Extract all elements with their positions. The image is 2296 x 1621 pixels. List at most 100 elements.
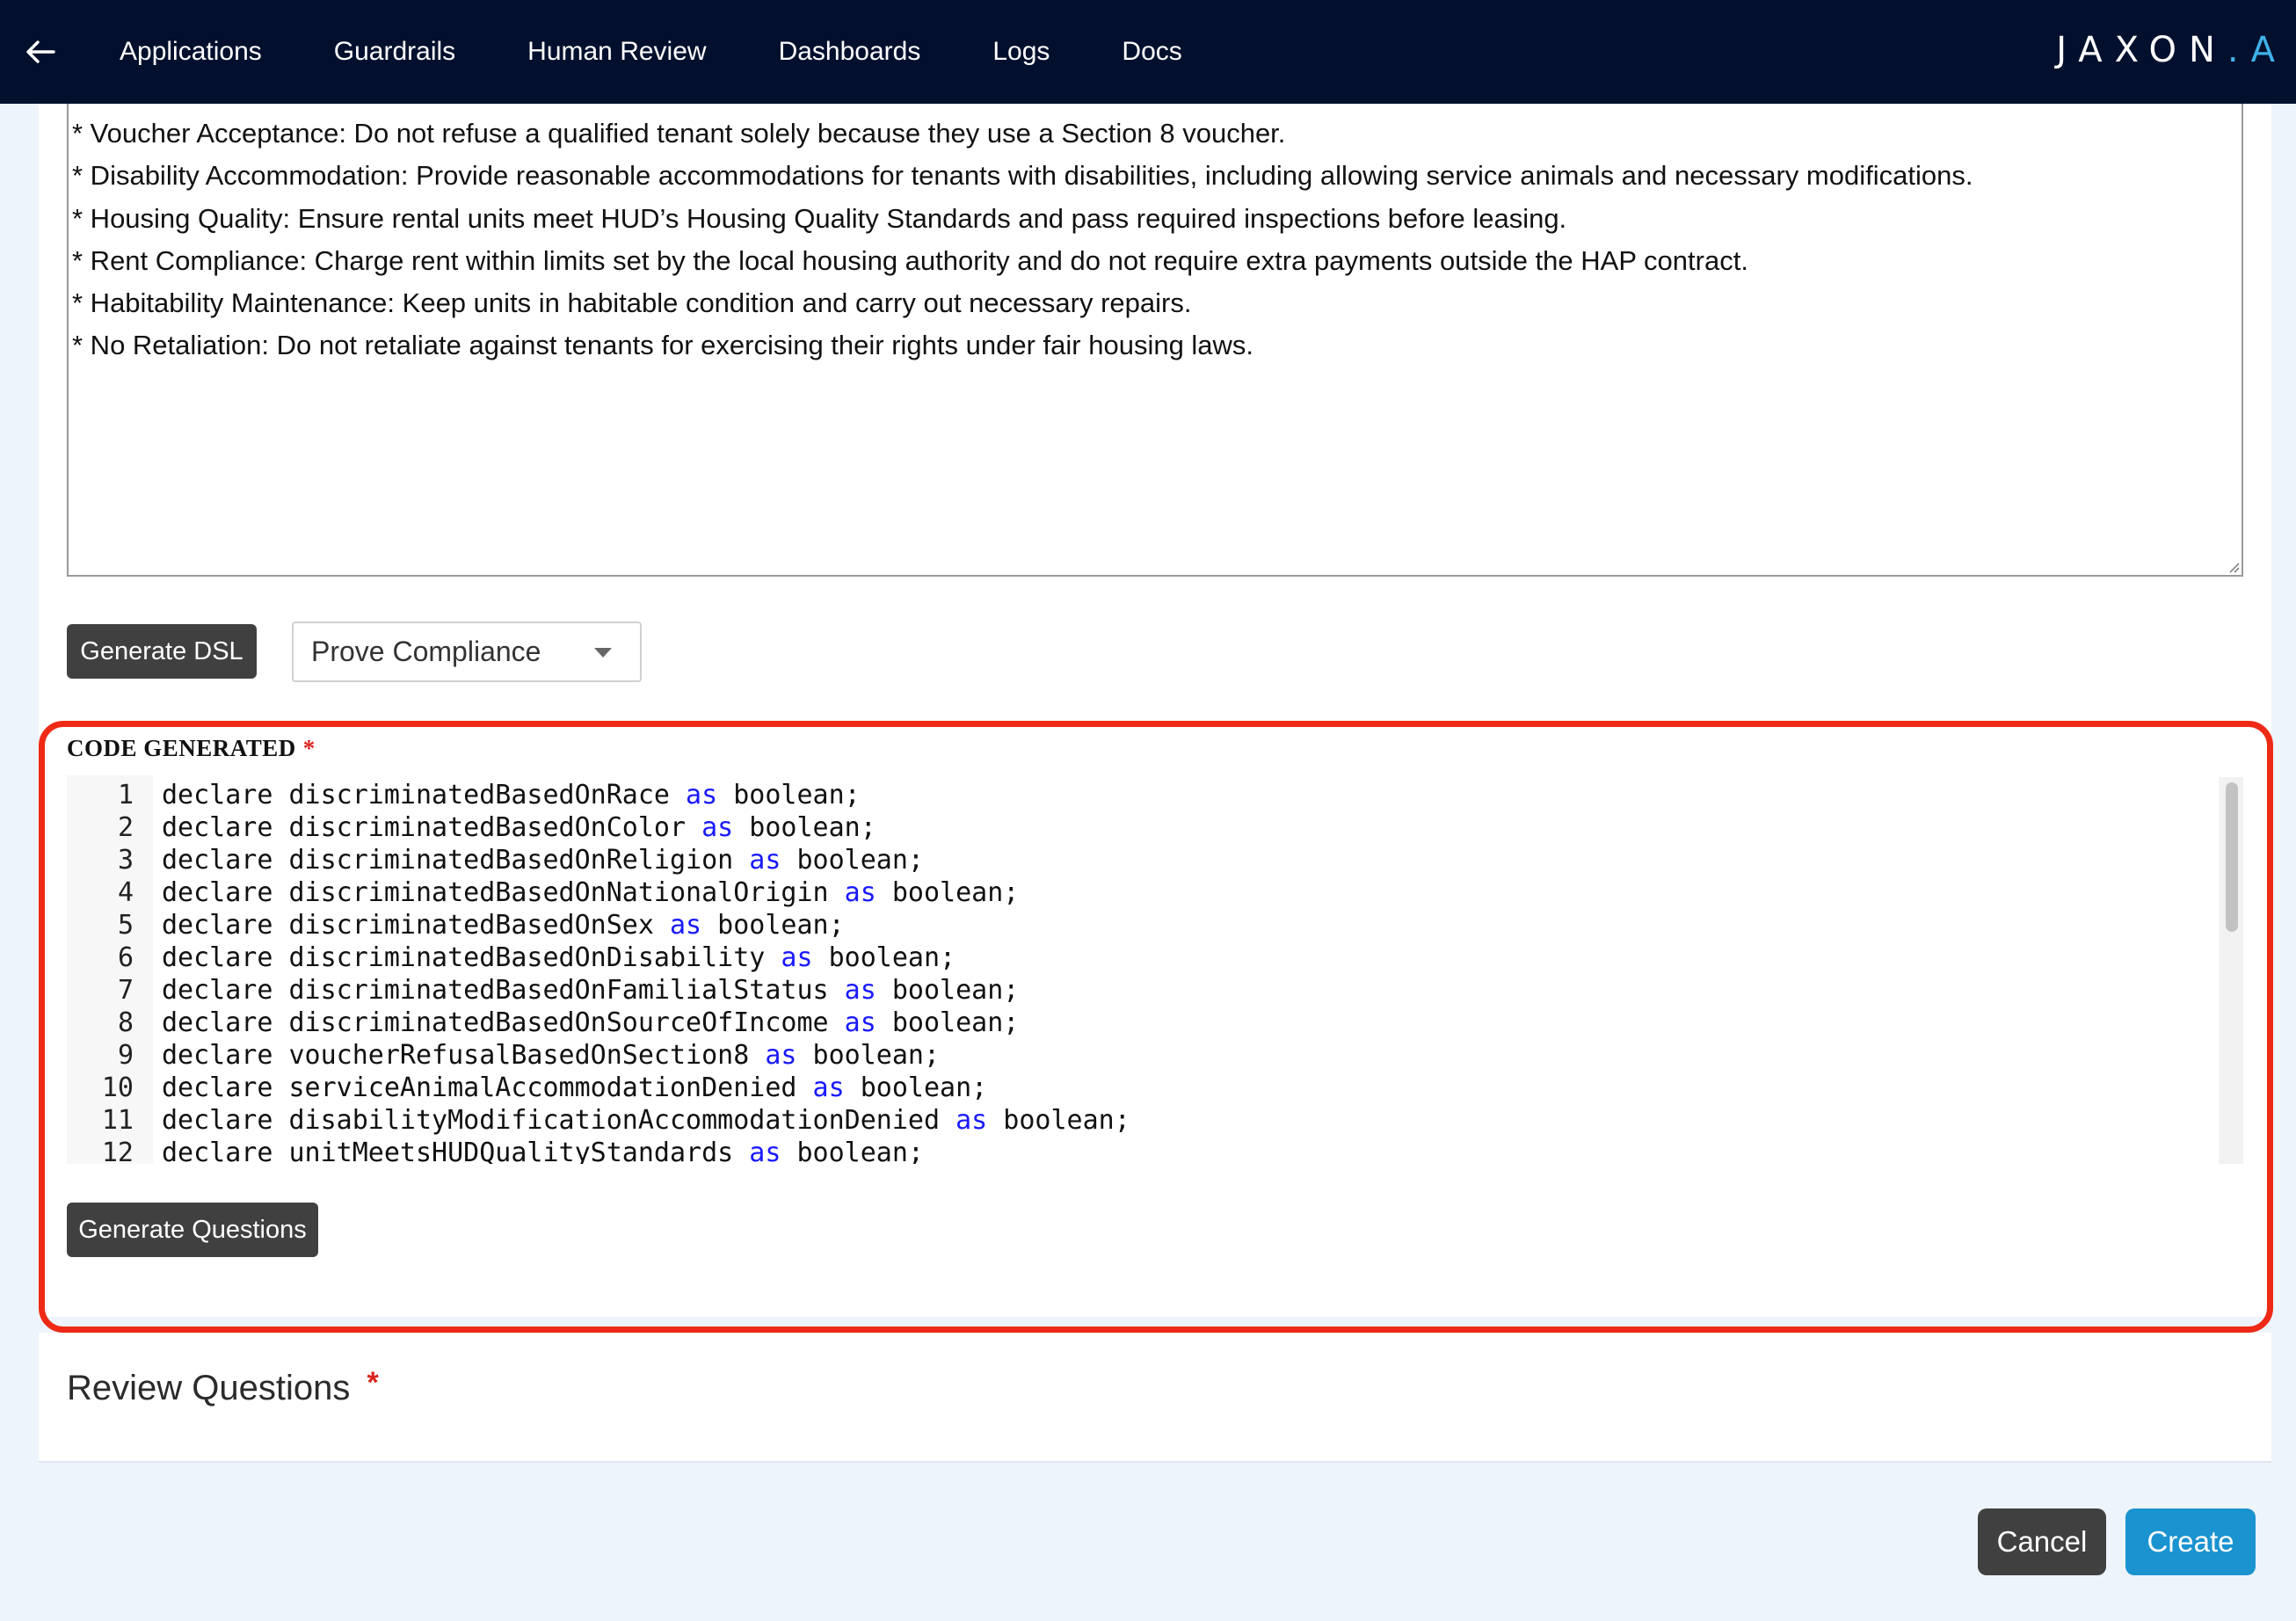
code-keyword: as [749,1138,781,1164]
code-line: 10 declare serviceAnimalAccommodationDeni… [67,1072,2212,1104]
nav-item-docs[interactable]: Docs [1122,37,1181,67]
required-mark: * [302,735,316,761]
code-identifier: declare discriminatedBasedOnRace [162,780,687,810]
code-type: boolean; [733,812,876,843]
code-text: declare discriminatedBasedOnColor as boo… [162,811,876,844]
code-identifier: declare voucherRefusalBasedOnSection8 [162,1040,766,1071]
code-type: boolean; [876,975,1020,1006]
cancel-button[interactable]: Cancel [1978,1508,2106,1575]
code-keyword: as [844,975,876,1006]
line-number: 11 [101,1105,134,1136]
caret-down-icon [594,648,612,658]
line-number: 2 [117,812,134,843]
policy-line: * Rent Compliance: Charge rent within li… [72,244,1748,276]
code-keyword: as [955,1105,988,1136]
code-scrollbar[interactable] [2219,777,2243,1164]
code-keyword: as [669,910,702,941]
code-identifier: declare disabilityModificationAccommodat… [162,1105,956,1136]
mode-select-value: Prove Compliance [311,636,541,667]
code-keyword: as [765,1040,797,1071]
code-text: declare discriminatedBasedOnFamilialStat… [162,974,1019,1007]
policy-line: * No Retaliation: Do not retaliate again… [72,330,1254,361]
nav-item-dashboards[interactable]: Dashboards [779,37,921,67]
code-type: boolean; [812,942,956,973]
code-line: 1 declare discriminatedBasedOnRace as boo… [67,779,2212,811]
line-number: 6 [117,942,134,973]
nav-item-guardrails[interactable]: Guardrails [334,37,455,67]
generate-dsl-button[interactable]: Generate DSL [67,624,257,679]
code-keyword: as [844,1007,876,1038]
code-text: declare voucherRefusalBasedOnSection8 as… [162,1039,940,1072]
logo-accent: .A [2227,30,2287,70]
code-type: boolean; [717,780,861,810]
code-type: boolean; [781,845,924,876]
required-mark: * [367,1366,379,1399]
code-line: 6 declare discriminatedBasedOnDisability … [67,941,2212,974]
logo-main: JAXON [2056,30,2227,70]
code-text: declare discriminatedBasedOnSex as boole… [162,909,845,941]
nav-item-logs[interactable]: Logs [992,37,1050,67]
policy-textarea[interactable]: * Voucher Acceptance: Do not refuse a qu… [67,104,2243,577]
code-identifier: declare discriminatedBasedOnReligion [162,845,750,876]
code-text: declare discriminatedBasedOnReligion as … [162,844,924,876]
code-line: 5 declare discriminatedBasedOnSex as bool… [67,909,2212,941]
code-identifier: declare discriminatedBasedOnSourceOfInco… [162,1007,845,1038]
code-type: boolean; [876,877,1020,908]
code-text: declare discriminatedBasedOnDisability a… [162,941,955,974]
code-identifier: declare unitMeetsHUDQualityStandards [162,1138,750,1164]
code-identifier: declare discriminatedBasedOnDisability [162,942,781,973]
code-keyword: as [844,877,876,908]
code-editor[interactable]: 1 declare discriminatedBasedOnRace as boo… [67,775,2245,1164]
jaxon-logo[interactable]: JAXON.A [2056,30,2287,70]
code-keyword: as [749,845,781,876]
generate-questions-button[interactable]: Generate Questions [67,1203,318,1257]
code-identifier: declare discriminatedBasedOnColor [162,812,702,843]
code-identifier: declare discriminatedBasedOnSex [162,910,670,941]
code-keyword: as [781,942,813,973]
code-line: 7 declare discriminatedBasedOnFamilialSta… [67,974,2212,1007]
code-keyword: as [812,1072,845,1103]
mode-select[interactable]: Prove Compliance [292,622,642,682]
code-line: 12 declare unitMeetsHUDQualityStandards a… [67,1137,2212,1164]
nav-item-applications[interactable]: Applications [120,37,262,67]
code-identifier: declare serviceAnimalAccommodationDenied [162,1072,813,1103]
resize-handle-icon[interactable] [2226,559,2240,573]
policy-line: * Habitability Maintenance: Keep units i… [72,287,1192,319]
code-type: boolean; [701,910,845,941]
code-line: 4 declare discriminatedBasedOnNationalOri… [67,876,2212,909]
code-text: declare discriminatedBasedOnNationalOrig… [162,876,1019,909]
review-questions-title-text: Review Questions [67,1369,351,1407]
code-type: boolean; [781,1138,924,1164]
code-line: 8 declare discriminatedBasedOnSourceOfInc… [67,1007,2212,1039]
line-number: 12 [101,1138,134,1164]
code-scrollbar-thumb[interactable] [2226,782,2238,932]
line-number: 10 [101,1072,134,1103]
policy-line: * Housing Quality: Ensure rental units m… [72,202,1567,234]
line-number: 9 [117,1040,134,1071]
line-number: 5 [117,910,134,941]
code-type: boolean; [987,1105,1130,1136]
code-text: declare unitMeetsHUDQualityStandards as … [162,1137,924,1164]
code-generated-label-text: CODE GENERATED [67,735,296,761]
nav-menu: Applications Guardrails Human Review Das… [120,37,1254,67]
nav-item-human-review[interactable]: Human Review [527,37,706,67]
code-line: 3 declare discriminatedBasedOnReligion as… [67,844,2212,876]
code-type: boolean; [844,1072,988,1103]
code-text: declare serviceAnimalAccommodationDenied… [162,1072,987,1104]
create-button[interactable]: Create [2125,1508,2256,1575]
policy-line: * Disability Accommodation: Provide reas… [72,160,1973,192]
code-identifier: declare discriminatedBasedOnNationalOrig… [162,877,845,908]
line-number: 3 [117,845,134,876]
code-line: 9 declare voucherRefusalBasedOnSection8 a… [67,1039,2212,1072]
arrow-left-icon [26,40,55,63]
code-generated-label: CODE GENERATED * [67,735,316,762]
code-keyword: as [701,812,734,843]
back-button[interactable] [0,0,81,104]
code-text: declare discriminatedBasedOnSourceOfInco… [162,1007,1019,1039]
code-type: boolean; [876,1007,1020,1038]
code-line: 2 declare discriminatedBasedOnColor as bo… [67,811,2212,844]
code-type: boolean; [796,1040,941,1071]
review-questions-title: Review Questions * [67,1366,379,1408]
code-keyword: as [686,780,718,810]
code-identifier: declare discriminatedBasedOnFamilialStat… [162,975,845,1006]
